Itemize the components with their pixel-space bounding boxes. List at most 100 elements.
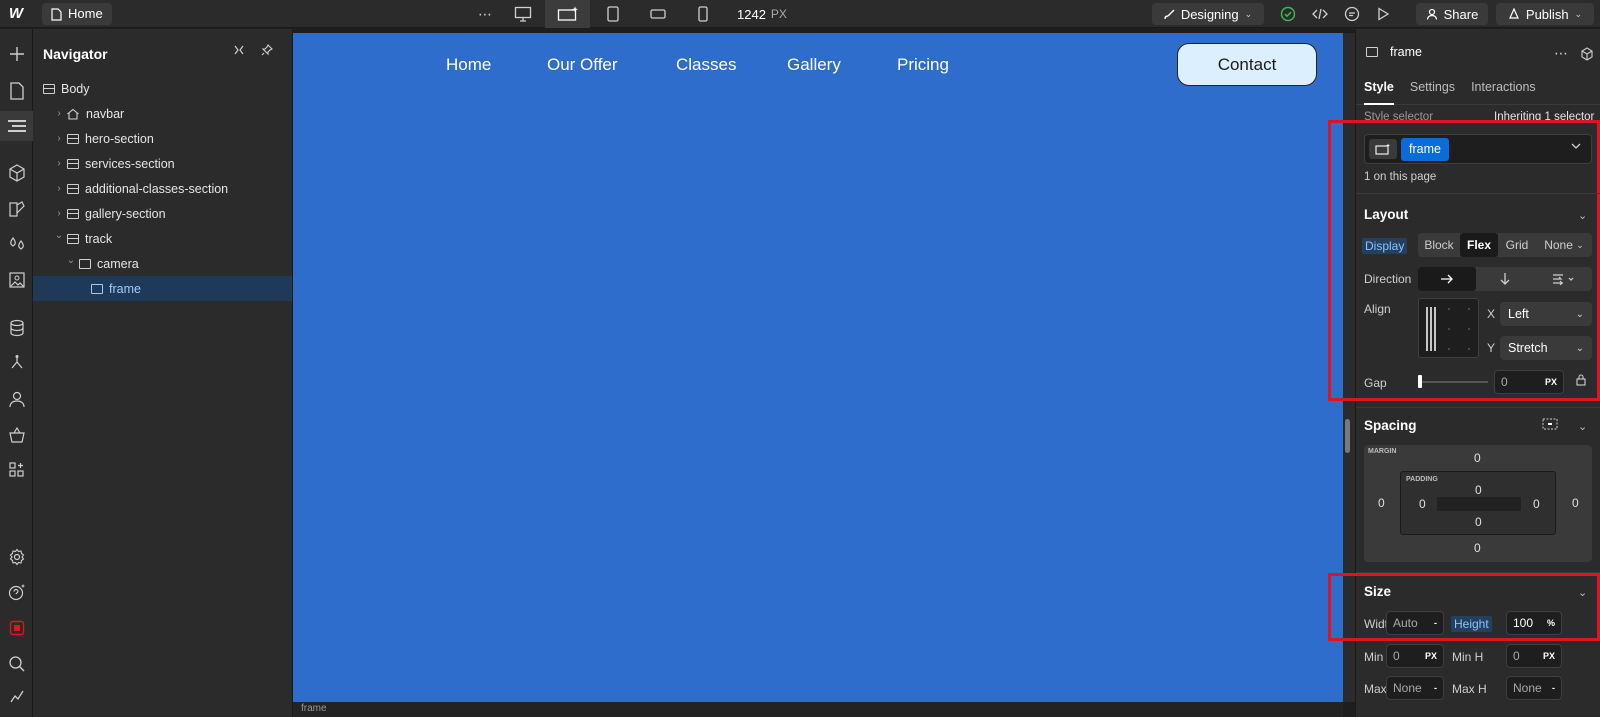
lock-icon[interactable] xyxy=(1576,374,1586,386)
chevron-down-icon[interactable]: ⌄ xyxy=(53,230,65,241)
page-selector-button[interactable]: Home xyxy=(42,3,112,25)
display-label[interactable]: Display xyxy=(1362,238,1408,254)
tab-settings[interactable]: Settings xyxy=(1410,77,1455,104)
site-navbar[interactable]: Home Our Offer Classes Gallery Pricing C… xyxy=(293,33,1343,99)
tree-node-track[interactable]: ⌄ track xyxy=(33,226,292,251)
components-icon[interactable] xyxy=(0,158,33,188)
direction-wrap-icon[interactable] xyxy=(1534,267,1592,291)
margin-left-value[interactable]: 0 xyxy=(1378,496,1385,510)
site-nav-link-our-offer[interactable]: Our Offer xyxy=(547,55,618,75)
style-selector-input[interactable]: frame xyxy=(1364,134,1592,164)
gap-unit[interactable]: PX xyxy=(1545,377,1557,387)
chevron-right-icon[interactable]: › xyxy=(53,183,65,194)
tree-node-navbar[interactable]: › navbar xyxy=(33,101,292,126)
share-button[interactable]: Share xyxy=(1416,3,1488,25)
breakpoint-mobile-landscape-button[interactable] xyxy=(635,0,680,28)
tree-node-frame[interactable]: frame xyxy=(33,276,292,301)
record-stop-icon[interactable] xyxy=(0,613,33,643)
max-height-input[interactable]: None - xyxy=(1506,676,1562,700)
display-grid-option[interactable]: Grid xyxy=(1498,233,1536,257)
comments-icon[interactable] xyxy=(1344,6,1360,22)
more-options-icon[interactable]: ⋯ xyxy=(1554,45,1568,62)
design-canvas[interactable]: Home Our Offer Classes Gallery Pricing C… xyxy=(293,33,1343,702)
spacing-section-title[interactable]: Spacing xyxy=(1364,418,1417,433)
breakpoint-tablet-button[interactable] xyxy=(590,0,635,28)
padding-left-value[interactable]: 0 xyxy=(1419,497,1426,511)
tree-node-hero-section[interactable]: › hero-section xyxy=(33,126,292,151)
padding-bottom-value[interactable]: 0 xyxy=(1475,515,1482,529)
more-options-icon[interactable]: ⋯ xyxy=(470,6,500,23)
chevron-down-icon[interactable]: ⌄ xyxy=(65,255,77,266)
margin-right-value[interactable]: 0 xyxy=(1572,496,1579,510)
min-height-input[interactable]: 0 PX xyxy=(1506,644,1562,668)
chevron-down-icon[interactable]: ⌄ xyxy=(1578,209,1587,222)
margin-top-value[interactable]: 0 xyxy=(1474,451,1481,465)
tree-node-camera[interactable]: ⌄ camera xyxy=(33,251,292,276)
canvas-width-value[interactable]: 1242 xyxy=(737,7,766,22)
display-flex-option[interactable]: Flex xyxy=(1460,233,1498,257)
chevron-down-icon[interactable] xyxy=(1571,142,1581,150)
site-nav-link-gallery[interactable]: Gallery xyxy=(787,55,841,75)
scroll-thumb[interactable] xyxy=(1345,419,1350,453)
logic-icon[interactable] xyxy=(0,348,33,378)
height-input[interactable]: 100 % xyxy=(1506,611,1562,635)
tree-node-gallery-section[interactable]: › gallery-section xyxy=(33,201,292,226)
variables-icon[interactable] xyxy=(0,229,33,259)
assets-icon[interactable] xyxy=(0,265,33,295)
pages-icon[interactable] xyxy=(0,76,33,106)
chevron-right-icon[interactable]: › xyxy=(53,158,65,169)
height-unit[interactable]: % xyxy=(1547,618,1555,628)
collapse-icon[interactable] xyxy=(233,44,245,56)
styles-icon[interactable] xyxy=(0,194,33,224)
min-height-unit[interactable]: PX xyxy=(1543,651,1555,661)
chevron-right-icon[interactable]: › xyxy=(53,108,65,119)
site-nav-link-pricing[interactable]: Pricing xyxy=(897,55,949,75)
navigator-icon[interactable] xyxy=(0,111,33,141)
min-width-unit[interactable]: PX xyxy=(1425,651,1437,661)
layout-section-title[interactable]: Layout xyxy=(1364,207,1408,222)
site-nav-link-home[interactable]: Home xyxy=(446,55,491,75)
search-icon[interactable] xyxy=(0,649,33,679)
webflow-logo-icon[interactable]: W xyxy=(4,4,28,24)
spacing-mode-icon[interactable] xyxy=(1542,418,1558,430)
breakpoint-base-button[interactable] xyxy=(545,0,590,28)
publish-button[interactable]: Publish ⌄ xyxy=(1496,3,1594,25)
add-elements-icon[interactable] xyxy=(0,39,33,69)
margin-bottom-value[interactable]: 0 xyxy=(1474,541,1481,555)
tab-style[interactable]: Style xyxy=(1364,77,1394,105)
align-x-dropdown[interactable]: Left ⌄ xyxy=(1500,302,1592,326)
chevron-right-icon[interactable]: › xyxy=(53,208,65,219)
breakpoint-desktop-button[interactable] xyxy=(500,0,545,28)
cms-icon[interactable] xyxy=(0,313,33,343)
breadcrumb[interactable]: frame xyxy=(301,703,327,714)
max-width-input[interactable]: None - xyxy=(1386,676,1444,700)
gap-input[interactable]: 0 PX xyxy=(1494,370,1564,394)
chevron-right-icon[interactable]: › xyxy=(53,133,65,144)
gap-slider-knob[interactable] xyxy=(1418,375,1422,388)
class-tag[interactable]: frame xyxy=(1401,138,1449,161)
class-selector-icon[interactable] xyxy=(1369,139,1397,159)
tab-interactions[interactable]: Interactions xyxy=(1471,77,1536,104)
mode-dropdown[interactable]: Designing ⌄ xyxy=(1152,3,1264,25)
pin-icon[interactable] xyxy=(261,44,273,56)
height-label[interactable]: Height xyxy=(1451,616,1492,632)
help-icon[interactable] xyxy=(0,577,33,607)
check-status-icon[interactable] xyxy=(1280,6,1296,22)
size-section-title[interactable]: Size xyxy=(1364,584,1391,599)
site-nav-link-classes[interactable]: Classes xyxy=(676,55,736,75)
align-y-dropdown[interactable]: Stretch ⌄ xyxy=(1500,336,1592,360)
chevron-down-icon[interactable]: ⌄ xyxy=(1578,586,1587,599)
padding-right-value[interactable]: 0 xyxy=(1533,497,1540,511)
breakpoint-mobile-button[interactable] xyxy=(680,0,725,28)
max-width-unit[interactable]: - xyxy=(1434,683,1437,693)
direction-column-arrow-icon[interactable] xyxy=(1476,267,1534,291)
display-none-option[interactable]: None ⌄ xyxy=(1536,233,1592,257)
users-icon[interactable] xyxy=(0,384,33,414)
min-width-input[interactable]: 0 PX xyxy=(1386,644,1444,668)
settings-gear-icon[interactable] xyxy=(0,542,33,572)
max-height-label[interactable]: Max H xyxy=(1452,682,1487,696)
audit-icon[interactable] xyxy=(0,681,33,711)
apps-icon[interactable] xyxy=(0,455,33,485)
width-input[interactable]: Auto - xyxy=(1386,611,1444,635)
direction-row-arrow-icon[interactable] xyxy=(1418,267,1476,291)
